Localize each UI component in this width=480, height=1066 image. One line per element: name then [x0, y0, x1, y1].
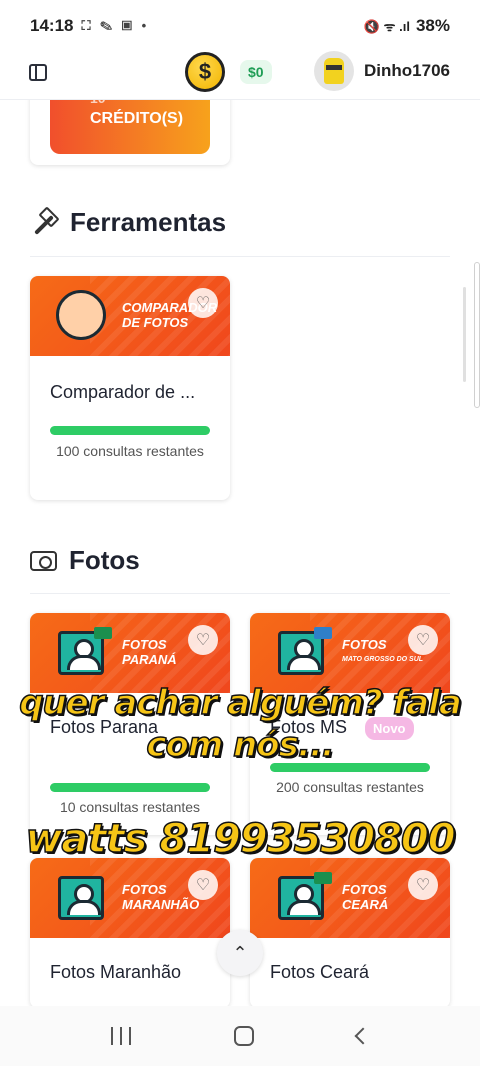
card-banner: FOTOS MATO GROSSO DO SUL ♡	[250, 613, 450, 693]
section-tools-label: Ferramentas	[70, 207, 227, 237]
camera-icon	[30, 550, 57, 571]
back-icon[interactable]	[354, 1027, 372, 1045]
person-icon	[58, 876, 104, 920]
status-time: 14:18	[30, 16, 74, 35]
hammer-icon	[30, 209, 58, 237]
section-photos-label: Fotos	[69, 545, 140, 575]
card-title: Fotos Maranhão	[50, 962, 182, 982]
card-banner: COMPARADOR DE FOTOS ♡	[30, 276, 230, 356]
signal-icons: 🔇 ᯤ .ıl	[363, 19, 410, 34]
card-banner: FOTOS CEARÁ ♡	[250, 858, 450, 938]
card-banner: FOTOS PARANÁ ♡	[30, 613, 230, 693]
system-nav-bar	[0, 1006, 480, 1066]
favorite-icon[interactable]: ♡	[408, 870, 438, 900]
banner-title: FOTOS CEARÁ	[342, 882, 389, 912]
card-title: Fotos Ceará	[270, 962, 370, 982]
coin-icon[interactable]: $	[185, 52, 225, 92]
favorite-icon[interactable]: ♡	[188, 625, 218, 655]
home-icon[interactable]	[233, 1026, 254, 1046]
username[interactable]: Dinho1706	[364, 61, 450, 81]
state-flag-icon	[314, 872, 332, 884]
section-photos-title: Fotos	[30, 545, 140, 576]
photo-card-ceara[interactable]: FOTOS CEARÁ ♡ Fotos Ceará	[250, 858, 450, 1008]
usage-progress-bar	[50, 783, 210, 792]
robot-avatar-icon	[324, 58, 345, 84]
notification-icons: ⛶ ✎ ▣ •	[81, 18, 150, 33]
overlay-caption-2: watts 81993530800	[25, 815, 457, 863]
favorite-icon[interactable]: ♡	[408, 625, 438, 655]
remaining-queries: 100 consultas restantes	[56, 443, 204, 459]
favorite-icon[interactable]: ♡	[188, 870, 218, 900]
state-flag-icon	[314, 627, 332, 639]
scrollbar-thumb[interactable]	[463, 287, 466, 382]
credits-label: CRÉDITO(S)	[90, 110, 184, 127]
sidebar-toggle-icon[interactable]	[29, 64, 47, 81]
section-tools-title: Ferramentas	[30, 207, 226, 238]
photo-card-maranhao[interactable]: FOTOS MARANHÃO ♡ Fotos Maranhão	[30, 858, 230, 1008]
app-header: $ $0 Dinho1706	[0, 46, 480, 100]
battery-level: 38%	[415, 16, 450, 35]
divider	[30, 256, 450, 257]
remaining-queries: 10 consultas restantes	[59, 799, 201, 815]
tool-card-comparator[interactable]: COMPARADOR DE FOTOS ♡ Comparador de ... …	[30, 276, 230, 500]
system-icons: 🔇 ᯤ .ıl 38%	[364, 16, 450, 36]
scroll-to-top-button[interactable]: ⌃	[217, 930, 263, 976]
overlay-caption-1: quer achar alguém? fala com nós...	[18, 682, 462, 766]
remaining-queries: 200 consultas restantes	[276, 779, 424, 795]
scroll-rail[interactable]	[474, 262, 480, 408]
divider	[30, 593, 450, 594]
face-compare-icon	[56, 290, 106, 340]
status-bar: 14:18 ⛶ ✎ ▣ • 🔇 ᯤ .ıl 38%	[0, 0, 480, 52]
state-flag-icon	[94, 627, 112, 639]
banner-title: FOTOS PARANÁ	[122, 637, 177, 667]
balance-badge[interactable]: $0	[240, 60, 272, 84]
usage-progress-bar	[50, 426, 210, 435]
avatar[interactable]	[314, 51, 355, 91]
favorite-icon[interactable]: ♡	[188, 288, 218, 318]
card-banner: FOTOS MARANHÃO ♡	[30, 858, 230, 938]
card-title: Comparador de ...	[50, 382, 196, 402]
recent-apps-icon[interactable]	[111, 1027, 132, 1045]
user-menu[interactable]: Dinho1706	[314, 51, 450, 91]
